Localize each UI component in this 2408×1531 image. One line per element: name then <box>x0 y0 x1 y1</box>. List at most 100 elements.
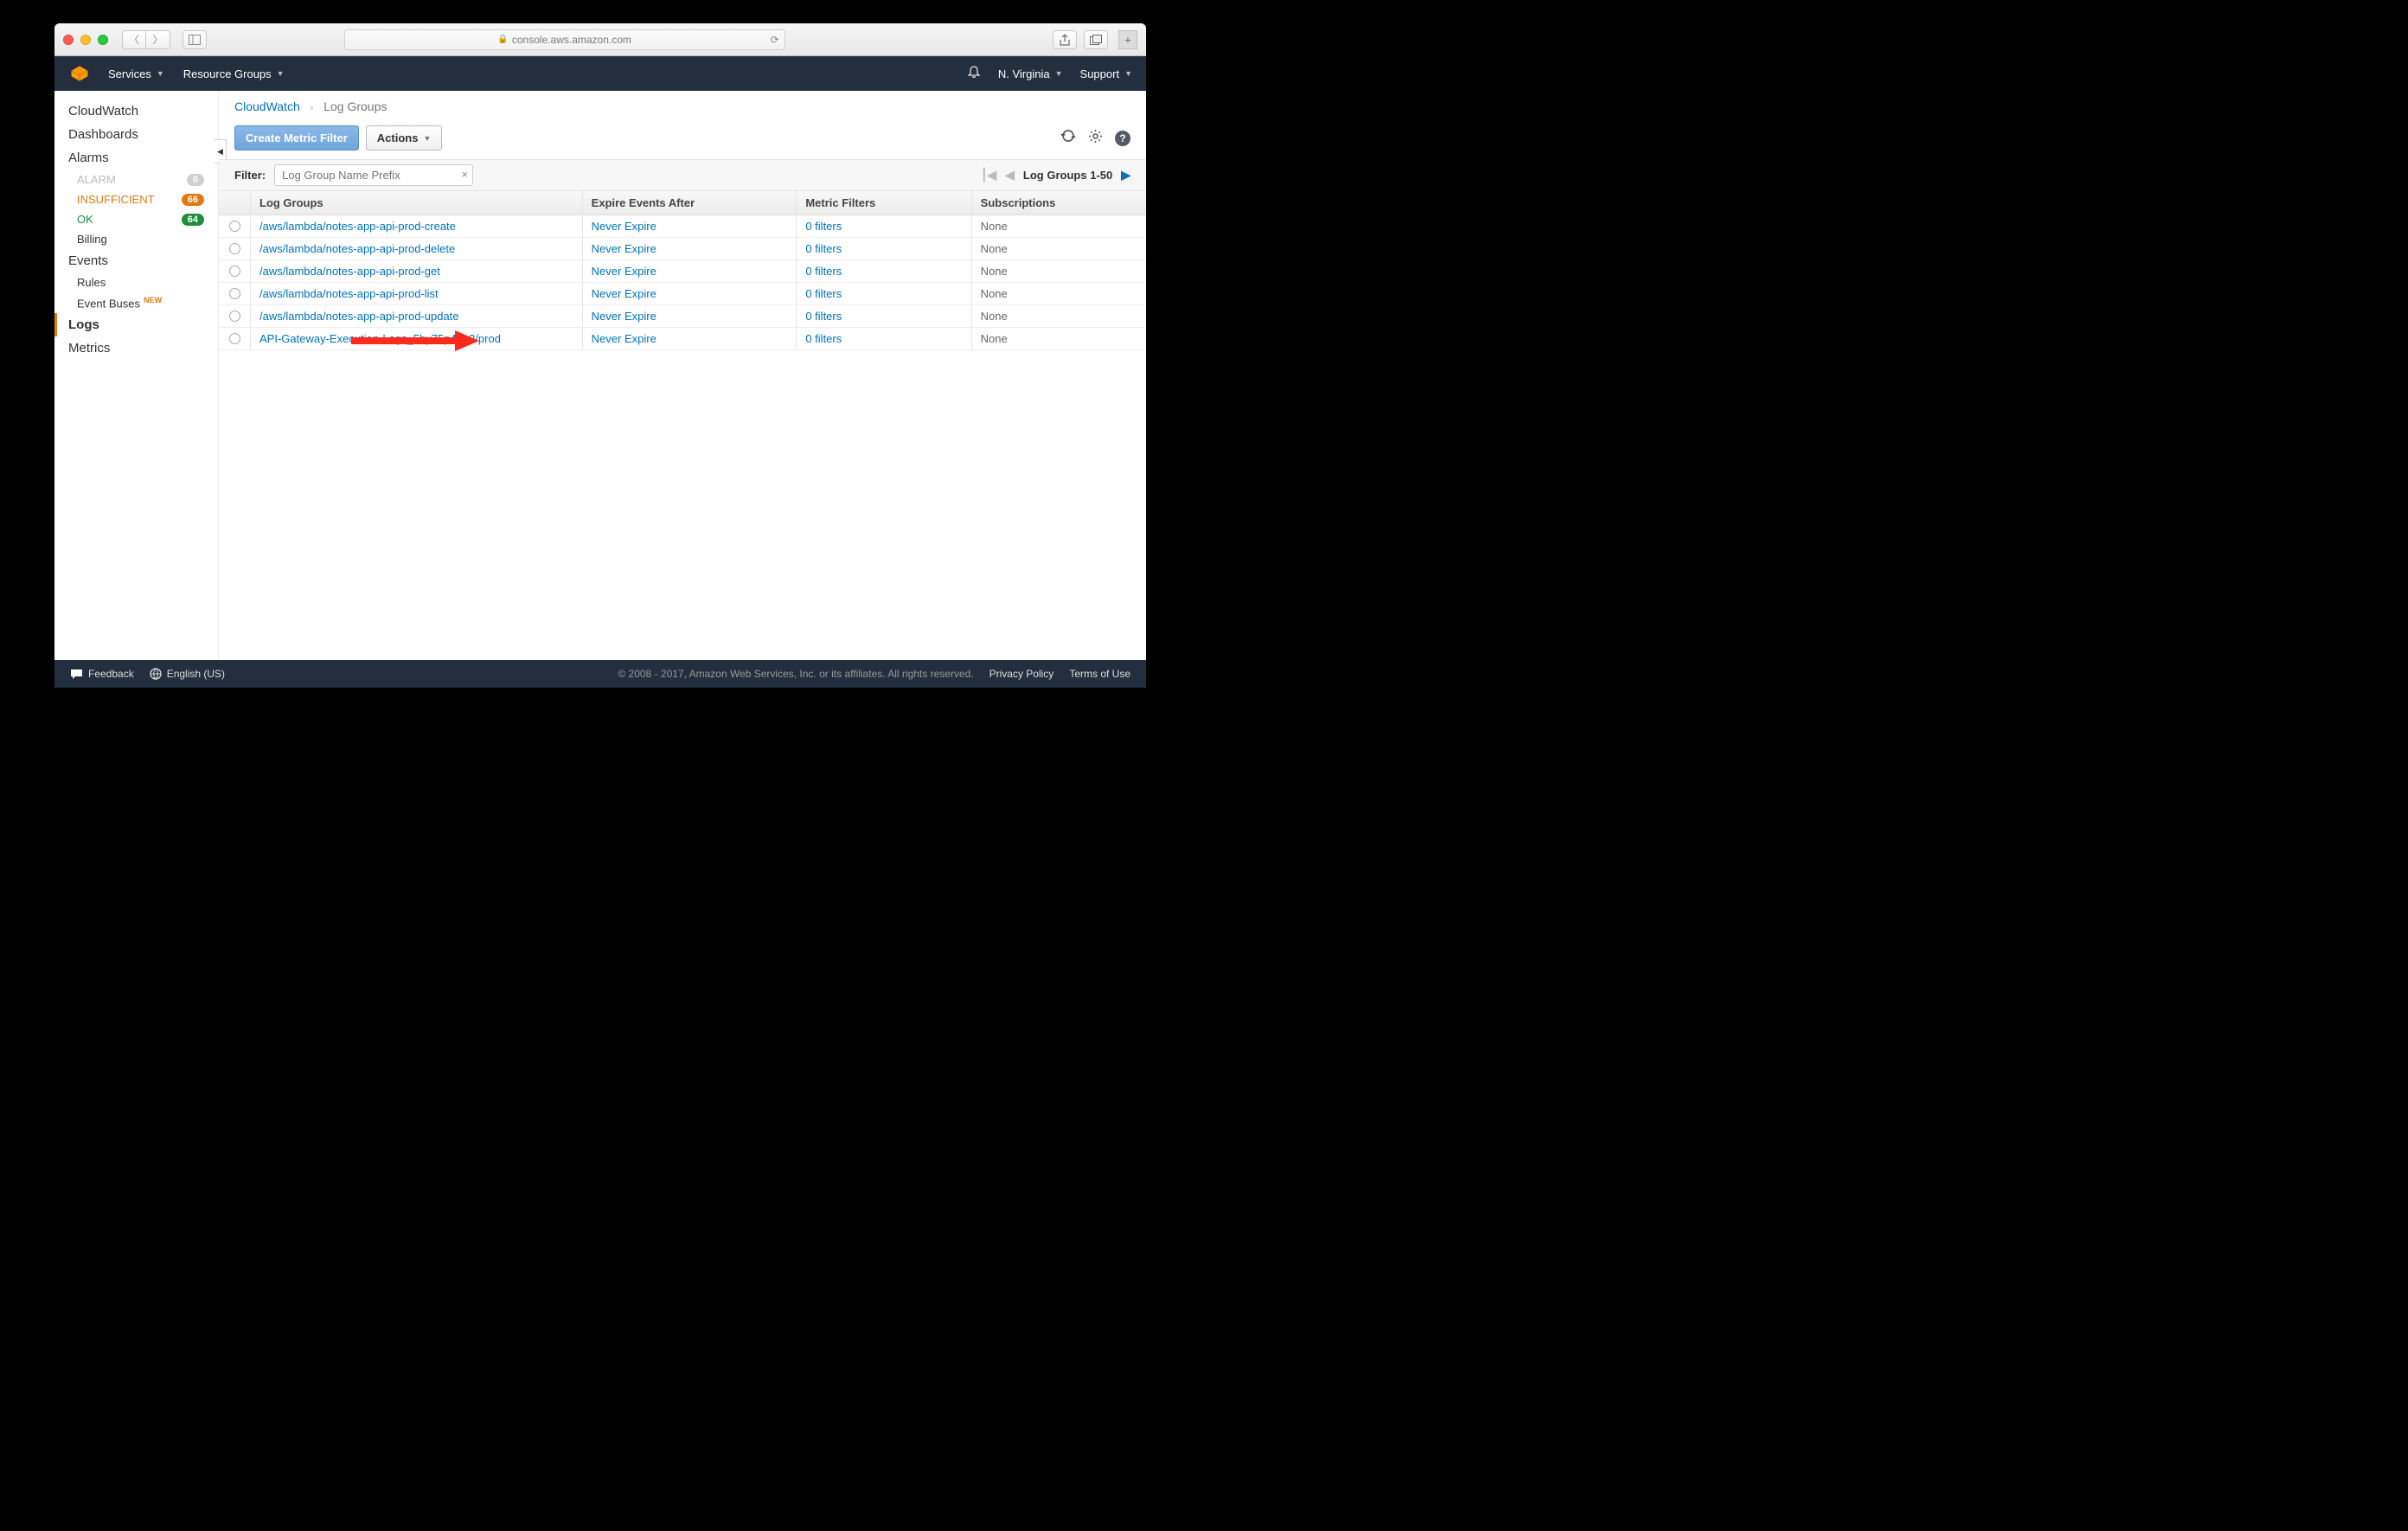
lock-icon: 🔒 <box>497 35 508 44</box>
filters-link[interactable]: 0 filters <box>805 242 842 255</box>
log-group-link[interactable]: /aws/lambda/notes-app-api-prod-create <box>259 220 456 233</box>
subscription-value: None <box>981 265 1008 278</box>
sidebar-item-cloudwatch[interactable]: CloudWatch <box>54 99 218 123</box>
row-radio[interactable] <box>229 288 240 299</box>
services-menu[interactable]: Services▼ <box>108 67 164 80</box>
count-badge: 66 <box>182 194 204 206</box>
expire-link[interactable]: Never Expire <box>592 287 656 300</box>
expire-link[interactable]: Never Expire <box>592 265 656 278</box>
breadcrumb: CloudWatch › Log Groups <box>219 91 1146 122</box>
main-panel: CloudWatch › Log Groups Create Metric Fi… <box>219 91 1146 660</box>
expire-link[interactable]: Never Expire <box>592 220 656 233</box>
address-bar[interactable]: 🔒 console.aws.amazon.com ⟳ <box>344 29 785 50</box>
share-button[interactable] <box>1053 30 1077 49</box>
filters-link[interactable]: 0 filters <box>805 265 842 278</box>
row-radio[interactable] <box>229 221 240 232</box>
log-group-link[interactable]: /aws/lambda/notes-app-api-prod-list <box>259 287 439 300</box>
log-group-link[interactable]: /aws/lambda/notes-app-api-prod-delete <box>259 242 455 255</box>
expire-link[interactable]: Never Expire <box>592 310 656 323</box>
expire-link[interactable]: Never Expire <box>592 332 656 345</box>
sidebar-item-alarms[interactable]: Alarms <box>54 146 218 170</box>
row-radio[interactable] <box>229 243 240 254</box>
resource-groups-menu[interactable]: Resource Groups▼ <box>183 67 285 80</box>
sidebar-item-metrics[interactable]: Metrics <box>54 336 218 360</box>
aws-header: Services▼ Resource Groups▼ N. Virginia▼ … <box>54 56 1146 91</box>
sidebar-alarm-ok[interactable]: OK64 <box>54 209 218 229</box>
filters-link[interactable]: 0 filters <box>805 310 842 323</box>
chevron-right-icon: › <box>311 103 314 113</box>
forward-button[interactable]: 〉 <box>146 30 170 49</box>
sidebar-item-event-buses[interactable]: Event BusesNEW <box>54 292 218 313</box>
log-groups-table: Log Groups Expire Events After Metric Fi… <box>219 191 1146 350</box>
table-header: Log Groups Expire Events After Metric Fi… <box>219 191 1146 215</box>
first-page-icon[interactable]: ⎮◀ <box>981 168 996 183</box>
aws-logo-icon[interactable] <box>68 62 91 85</box>
column-subscriptions[interactable]: Subscriptions <box>971 191 1146 215</box>
notifications-icon[interactable] <box>967 65 981 83</box>
sidebar-item-rules[interactable]: Rules <box>54 272 218 292</box>
table-row: /aws/lambda/notes-app-api-prod-delete Nev… <box>219 238 1146 260</box>
help-icon[interactable]: ? <box>1115 131 1130 146</box>
settings-icon[interactable] <box>1088 129 1103 148</box>
subscription-value: None <box>981 242 1008 255</box>
breadcrumb-root[interactable]: CloudWatch <box>234 99 300 113</box>
tabs-button[interactable] <box>1084 30 1108 49</box>
filters-link[interactable]: 0 filters <box>805 220 842 233</box>
back-button[interactable]: 〈 <box>122 30 146 49</box>
refresh-icon[interactable] <box>1060 128 1076 148</box>
sidebar-alarm-alarm[interactable]: ALARM0 <box>54 170 218 189</box>
toolbar: Create Metric Filter Actions ▼ ? <box>219 122 1146 159</box>
maximize-window-icon[interactable] <box>98 35 108 45</box>
new-tab-button[interactable]: + <box>1118 30 1137 49</box>
nav-buttons: 〈 〉 <box>122 30 170 49</box>
sidebar-item-dashboards[interactable]: Dashboards <box>54 123 218 146</box>
sidebar-item-events[interactable]: Events <box>54 249 218 272</box>
footer: Feedback English (US) © 2008 - 2017, Ama… <box>54 660 1146 688</box>
sidebar-item-billing[interactable]: Billing <box>54 229 218 249</box>
subscription-value: None <box>981 287 1008 300</box>
next-page-icon[interactable]: ▶ <box>1121 168 1130 183</box>
create-metric-filter-button[interactable]: Create Metric Filter <box>234 125 359 151</box>
log-group-link[interactable]: API-Gateway-Execution-Logs_5by75p4gn3/pr… <box>259 332 501 345</box>
filter-input[interactable] <box>274 164 473 186</box>
table-row: /aws/lambda/notes-app-api-prod-update Nev… <box>219 305 1146 328</box>
log-group-link[interactable]: /aws/lambda/notes-app-api-prod-get <box>259 265 440 278</box>
page-range: Log Groups 1-50 <box>1023 169 1112 182</box>
new-badge: NEW <box>144 296 162 304</box>
row-radio[interactable] <box>229 333 240 344</box>
language-selector[interactable]: English (US) <box>150 668 225 680</box>
support-menu[interactable]: Support▼ <box>1080 67 1132 80</box>
subscription-value: None <box>981 310 1008 323</box>
privacy-link[interactable]: Privacy Policy <box>989 668 1054 680</box>
row-radio[interactable] <box>229 311 240 322</box>
chevron-down-icon: ▼ <box>277 69 285 78</box>
region-selector[interactable]: N. Virginia▼ <box>998 67 1063 80</box>
sidebar-alarm-insuf[interactable]: INSUFFICIENT66 <box>54 189 218 209</box>
row-radio[interactable] <box>229 266 240 277</box>
sidebar: ◀ CloudWatch Dashboards Alarms ALARM0INS… <box>54 91 219 660</box>
count-badge: 0 <box>187 174 204 186</box>
filters-link[interactable]: 0 filters <box>805 287 842 300</box>
feedback-button[interactable]: Feedback <box>70 668 134 680</box>
table-row: /aws/lambda/notes-app-api-prod-get Never … <box>219 260 1146 283</box>
terms-link[interactable]: Terms of Use <box>1069 668 1130 680</box>
table-row: /aws/lambda/notes-app-api-prod-create Nev… <box>219 215 1146 238</box>
close-window-icon[interactable] <box>63 35 74 45</box>
copyright-text: © 2008 - 2017, Amazon Web Services, Inc.… <box>618 668 973 680</box>
reload-icon[interactable]: ⟳ <box>771 34 779 46</box>
column-filters[interactable]: Metric Filters <box>796 191 970 215</box>
column-expire[interactable]: Expire Events After <box>582 191 797 215</box>
clear-filter-icon[interactable]: × <box>462 168 469 181</box>
log-group-link[interactable]: /aws/lambda/notes-app-api-prod-update <box>259 310 459 323</box>
actions-menu-button[interactable]: Actions ▼ <box>366 125 443 151</box>
sidebar-item-logs[interactable]: Logs <box>54 313 218 336</box>
count-badge: 64 <box>182 214 204 226</box>
pagination: ⎮◀ ◀ Log Groups 1-50 ▶ <box>981 168 1130 183</box>
prev-page-icon[interactable]: ◀ <box>1005 168 1015 183</box>
minimize-window-icon[interactable] <box>80 35 91 45</box>
expire-link[interactable]: Never Expire <box>592 242 656 255</box>
sidebar-toggle-button[interactable] <box>183 30 207 49</box>
column-log-groups[interactable]: Log Groups <box>250 191 582 215</box>
browser-right-tools: + <box>1053 30 1137 49</box>
filters-link[interactable]: 0 filters <box>805 332 842 345</box>
